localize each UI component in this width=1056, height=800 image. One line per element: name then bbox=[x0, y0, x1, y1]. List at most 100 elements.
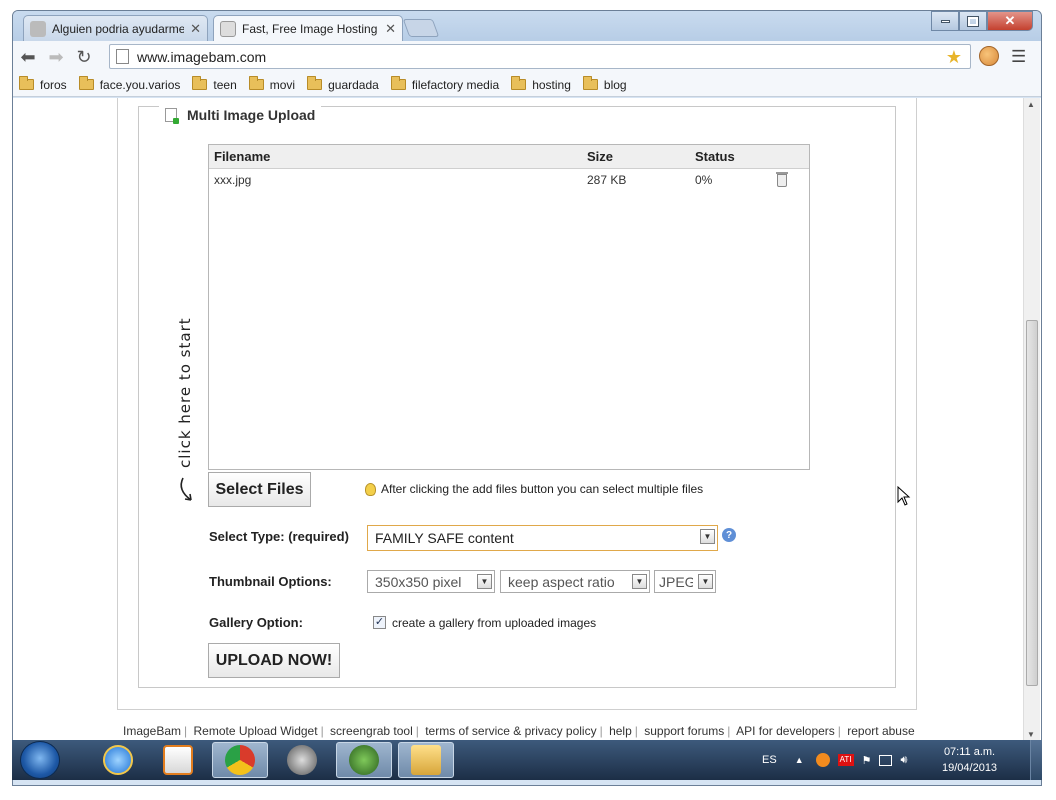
menu-icon[interactable]: ☰ bbox=[1011, 47, 1026, 67]
folder-icon bbox=[582, 76, 598, 90]
close-tab-icon[interactable]: ✕ bbox=[385, 21, 396, 37]
content-type-value: FAMILY SAFE content bbox=[375, 530, 514, 546]
system-tray: ES ▲ ATI ⚑ 🔊︎ bbox=[762, 740, 907, 780]
tip-text: After clicking the add files button you … bbox=[381, 482, 704, 496]
footer-link[interactable]: terms of service & privacy policy bbox=[425, 724, 596, 738]
reload-icon: ↻ bbox=[76, 46, 92, 67]
help-icon[interactable]: ? bbox=[722, 528, 736, 542]
internet-explorer-icon bbox=[103, 745, 133, 775]
show-hidden-icons-icon[interactable]: ▲ bbox=[795, 755, 804, 765]
taskbar-movie-maker[interactable] bbox=[274, 742, 330, 778]
mouse-cursor-icon bbox=[897, 486, 911, 506]
thumbnail-size-select[interactable]: 350x350 pixel ▼ bbox=[367, 570, 495, 593]
extension-cookie-icon[interactable] bbox=[979, 46, 999, 66]
language-indicator[interactable]: ES bbox=[762, 754, 777, 766]
close-window-button[interactable]: ✕ bbox=[987, 11, 1033, 31]
tab-imagebam[interactable]: Fast, Free Image Hosting - ✕ bbox=[213, 15, 403, 42]
trash-icon[interactable] bbox=[776, 172, 788, 187]
footer-link[interactable]: ImageBam bbox=[123, 724, 181, 738]
upload-now-button[interactable]: UPLOAD NOW! bbox=[208, 643, 340, 678]
bookmark-label: foros bbox=[40, 77, 67, 92]
minimize-button[interactable] bbox=[931, 11, 959, 31]
reload-button[interactable]: ↻ bbox=[71, 44, 97, 70]
bookmark-star-icon[interactable]: ★ bbox=[946, 47, 962, 68]
vertical-scrollbar[interactable]: ▲ ▼ bbox=[1023, 98, 1040, 741]
clock-time: 07:11 a.m. bbox=[943, 746, 996, 758]
footer-link[interactable]: API for developers bbox=[736, 724, 835, 738]
footer-link[interactable]: support forums bbox=[644, 724, 724, 738]
tray-app-icon[interactable] bbox=[815, 753, 830, 767]
close-tab-icon[interactable]: ✕ bbox=[190, 21, 201, 37]
scroll-thumb[interactable] bbox=[1026, 320, 1038, 686]
folder-icon bbox=[192, 76, 208, 90]
format-value: JPEG bbox=[659, 573, 693, 590]
bookmark-folder[interactable]: filefactory media bbox=[390, 76, 499, 92]
thumbnail-size-value: 350x350 pixel bbox=[375, 573, 462, 590]
action-center-flag-icon[interactable]: ⚑ bbox=[862, 754, 872, 767]
format-select[interactable]: JPEG ▼ bbox=[654, 570, 716, 593]
new-tab-button[interactable] bbox=[402, 19, 440, 37]
aspect-ratio-select[interactable]: keep aspect ratio ▼ bbox=[500, 570, 650, 593]
bookmark-folder[interactable]: foros bbox=[19, 76, 67, 92]
folder-explorer-icon bbox=[411, 745, 441, 775]
forward-arrow-icon: ➡ bbox=[48, 46, 64, 67]
clock-date: 19/04/2013 bbox=[942, 762, 998, 774]
browser-toolbar: ⬅ ➡ ↻ www.imagebam.com ★ ☰ bbox=[13, 41, 1041, 73]
folder-icon bbox=[19, 76, 34, 90]
alien-favicon-icon bbox=[30, 20, 46, 37]
scroll-down-icon[interactable]: ▼ bbox=[1027, 730, 1035, 739]
maximize-button[interactable] bbox=[959, 11, 987, 31]
back-button[interactable]: ⬅ bbox=[15, 44, 41, 70]
chevron-down-icon: ▼ bbox=[700, 529, 715, 544]
folder-icon bbox=[511, 76, 527, 90]
close-icon: ✕ bbox=[1004, 13, 1016, 28]
url-text[interactable]: www.imagebam.com bbox=[137, 49, 266, 65]
footer-link[interactable]: screengrab tool bbox=[330, 724, 413, 738]
footer-links: ImageBam | Remote Upload Widget | screengr… bbox=[123, 724, 915, 738]
address-bar[interactable]: www.imagebam.com ★ bbox=[109, 44, 971, 69]
bookmark-label: guardada bbox=[328, 77, 379, 92]
ati-icon[interactable]: ATI bbox=[837, 754, 854, 766]
bookmarks-bar: foros face.you.varios teen movi guardada… bbox=[13, 73, 1041, 97]
content-type-select[interactable]: FAMILY SAFE content ▼ bbox=[367, 525, 718, 551]
back-arrow-icon: ⬅ bbox=[20, 46, 36, 67]
chevron-down-icon: ▼ bbox=[632, 574, 647, 589]
bookmark-folder[interactable]: teen bbox=[192, 76, 237, 92]
show-desktop-button[interactable] bbox=[1030, 740, 1042, 780]
taskbar-media-player[interactable] bbox=[150, 742, 206, 778]
footer-link[interactable]: Remote Upload Widget bbox=[194, 724, 318, 738]
forward-button[interactable]: ➡ bbox=[43, 44, 69, 70]
bookmark-folder[interactable]: guardada bbox=[307, 76, 379, 92]
file-status: 0% bbox=[695, 173, 713, 187]
footer-link[interactable]: help bbox=[609, 724, 632, 738]
start-button[interactable] bbox=[20, 741, 60, 779]
volume-icon[interactable]: 🔊︎ bbox=[900, 754, 907, 767]
hint-text: click here to start bbox=[176, 317, 194, 468]
gallery-checkbox[interactable]: ✓ bbox=[373, 616, 386, 629]
bookmark-folder[interactable]: movi bbox=[248, 76, 295, 92]
gallery-option-label: Gallery Option: bbox=[209, 615, 303, 630]
tab-forum[interactable]: Alguien podria ayudarme ✕ bbox=[23, 15, 208, 41]
network-icon[interactable] bbox=[879, 754, 893, 766]
bookmark-folder[interactable]: blog bbox=[582, 76, 627, 92]
column-filename: Filename bbox=[214, 149, 271, 164]
aspect-ratio-value: keep aspect ratio bbox=[508, 573, 615, 590]
chevron-down-icon: ▼ bbox=[698, 574, 713, 589]
bookmark-folder[interactable]: hosting bbox=[511, 76, 571, 92]
select-files-button[interactable]: Select Files bbox=[208, 472, 311, 507]
desktop-screen: Alguien podria ayudarme ✕ Fast, Free Ima… bbox=[0, 0, 1056, 800]
taskbar-explorer[interactable] bbox=[398, 742, 454, 778]
page-viewport: Multi Image Upload Filename Size Status … bbox=[13, 98, 1041, 741]
film-reel-icon bbox=[287, 745, 317, 775]
scroll-up-icon[interactable]: ▲ bbox=[1027, 100, 1035, 109]
folder-icon bbox=[248, 76, 264, 90]
taskbar-ie[interactable] bbox=[90, 742, 146, 778]
bookmark-folder[interactable]: face.you.varios bbox=[78, 76, 180, 92]
clock[interactable]: 07:11 a.m. 19/04/2013 bbox=[942, 744, 997, 776]
bookmark-label: teen bbox=[213, 77, 237, 92]
taskbar-app[interactable] bbox=[336, 742, 392, 778]
bookmark-label: hosting bbox=[532, 77, 571, 92]
footer-link[interactable]: report abuse bbox=[847, 724, 914, 738]
lightbulb-icon bbox=[365, 482, 376, 496]
taskbar-chrome[interactable] bbox=[212, 742, 268, 778]
